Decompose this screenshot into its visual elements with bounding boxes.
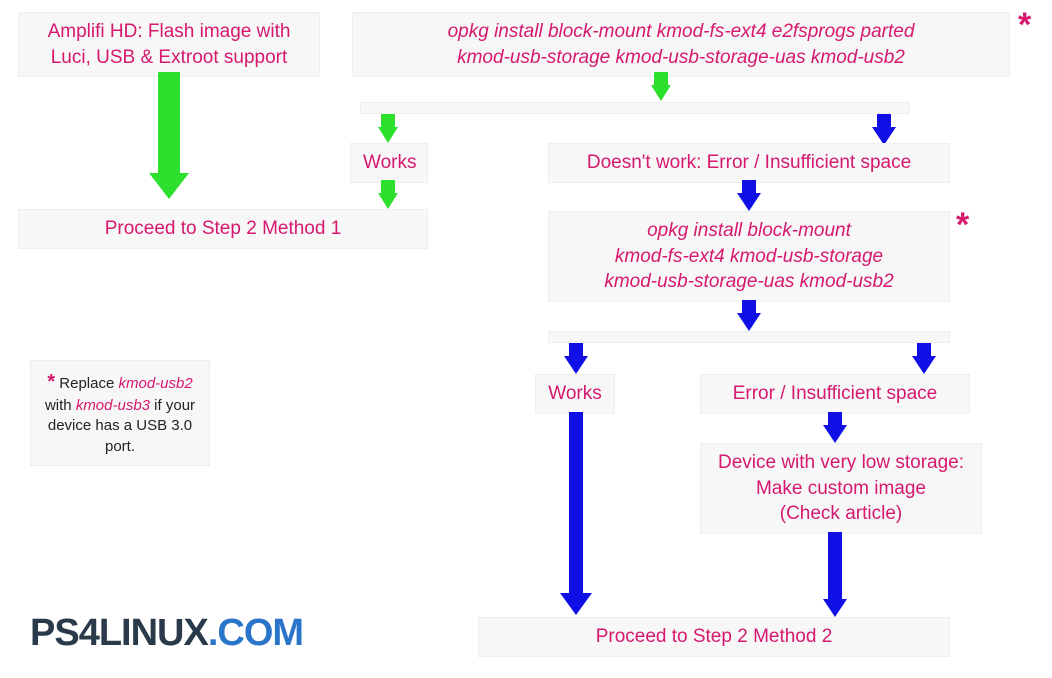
box-low-storage: Device with very low storage:Make custom… [700,443,982,534]
note-replace-usb: * Replace kmod-usb2 with kmod-usb3 if yo… [30,360,210,466]
note-em1: kmod-usb2 [118,375,192,392]
box-error-2: Error / Insufficient space [700,374,970,414]
box-works-1: Works [350,143,428,183]
box-proceed-m1: Proceed to Step 2 Method 1 [18,209,428,249]
splitter-1 [360,102,910,114]
logo-ps4linux: PS4LINUX.COM [30,612,303,655]
logo-com: COM [217,612,303,654]
note-em2: kmod-usb3 [76,397,150,414]
box-amplifi: Amplifi HD: Flash image withLuci, USB & … [18,12,320,77]
box-opkg-short: opkg install block-mountkmod-fs-ext4 kmo… [548,211,950,302]
box-doesnt-work: Doesn't work: Error / Insufficient space [548,143,950,183]
note-prefix: Replace [55,375,118,392]
splitter-2 [548,331,950,343]
box-works-2: Works [535,374,615,414]
note-star: * [47,371,55,393]
box-opkg-full: opkg install block-mount kmod-fs-ext4 e2… [352,12,1010,77]
logo-dot: . [208,612,218,654]
box-proceed-m2: Proceed to Step 2 Method 2 [478,617,950,657]
logo-text: PS4LINUX [30,612,208,654]
note-middle: with [45,397,76,414]
asterisk-2: * [956,206,969,245]
asterisk-1: * [1018,6,1031,45]
